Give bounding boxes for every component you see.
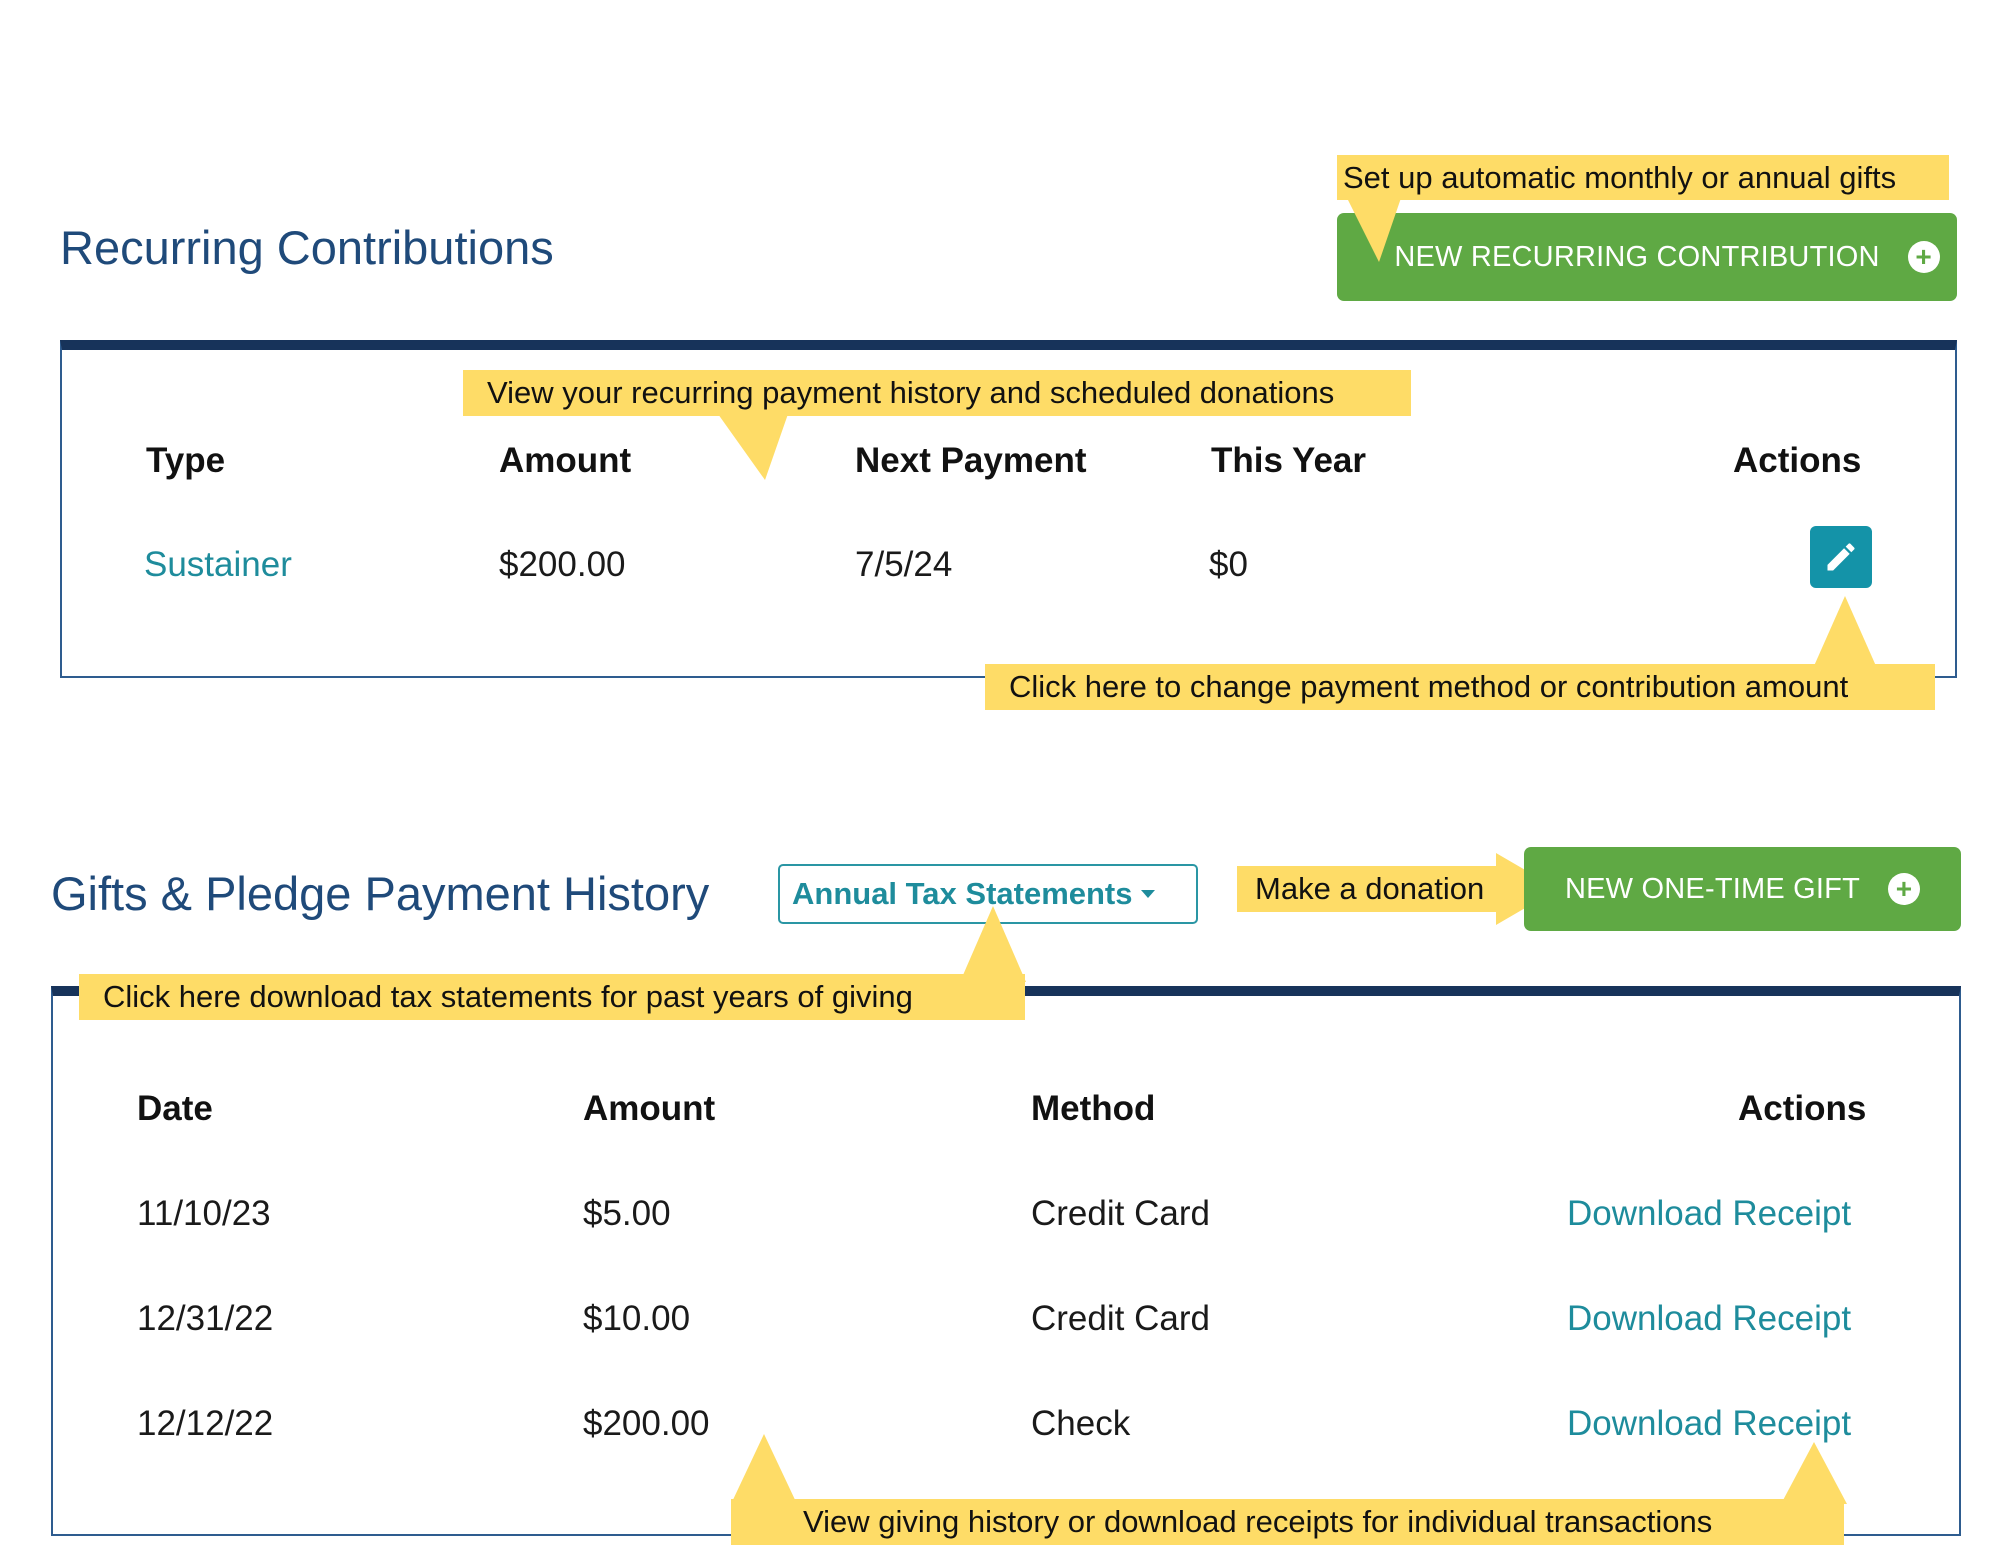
new-recurring-contribution-button[interactable]: NEW RECURRING CONTRIBUTION + <box>1337 213 1957 301</box>
gift-amount: $5.00 <box>583 1194 671 1233</box>
callout-edit-payment-arrow <box>1814 596 1876 666</box>
recurring-amount: $200.00 <box>499 545 626 584</box>
new-recurring-contribution-label: NEW RECURRING CONTRIBUTION <box>1394 240 1880 273</box>
callout-tax-statements: Click here download tax statements for p… <box>79 974 1025 1020</box>
gift-amount: $10.00 <box>583 1299 691 1338</box>
col-this-year: This Year <box>1211 441 1367 480</box>
col-gift-actions: Actions <box>1738 1089 1867 1128</box>
edit-recurring-button[interactable] <box>1810 526 1872 588</box>
col-next-payment: Next Payment <box>855 441 1087 480</box>
callout-recurring-history-arrow <box>718 414 788 480</box>
download-receipt-link[interactable]: Download Receipt <box>1567 1196 1851 1231</box>
recurring-type-link[interactable]: Sustainer <box>144 547 292 582</box>
callout-recurring-setup-arrow <box>1347 198 1401 262</box>
callout-edit-payment: Click here to change payment method or c… <box>985 664 1935 710</box>
gifts-history-title: Gifts & Pledge Payment History <box>51 867 710 920</box>
col-method: Method <box>1031 1089 1156 1128</box>
gift-date: 12/31/22 <box>137 1299 274 1338</box>
caret-down-icon <box>1140 890 1155 898</box>
col-date: Date <box>137 1089 213 1128</box>
gift-method: Check <box>1031 1404 1131 1443</box>
col-type: Type <box>146 441 226 480</box>
gift-date: 11/10/23 <box>137 1194 271 1233</box>
col-actions: Actions <box>1733 441 1862 480</box>
callout-giving-history-arrow-left <box>731 1434 797 1504</box>
col-gift-amount: Amount <box>583 1089 716 1128</box>
download-receipt-link[interactable]: Download Receipt <box>1567 1301 1851 1336</box>
plus-circle-icon: + <box>1907 241 1940 273</box>
gift-date: 12/12/22 <box>137 1404 274 1443</box>
callout-recurring-history: View your recurring payment history and … <box>463 370 1411 416</box>
plus-circle-icon: + <box>1888 873 1920 905</box>
callout-make-donation: Make a donation <box>1237 866 1499 912</box>
pencil-icon <box>1827 543 1855 571</box>
callout-recurring-setup: Set up automatic monthly or annual gifts <box>1337 155 1949 200</box>
recurring-contributions-title: Recurring Contributions <box>60 221 554 274</box>
gift-amount: $200.00 <box>583 1404 710 1443</box>
recurring-next-payment: 7/5/24 <box>855 545 953 584</box>
gift-method: Credit Card <box>1031 1194 1210 1233</box>
recurring-this-year: $0 <box>1209 545 1248 584</box>
callout-tax-statements-arrow <box>960 906 1026 982</box>
gifts-history-panel <box>51 986 1961 1536</box>
gift-method: Credit Card <box>1031 1299 1210 1338</box>
callout-giving-history: View giving history or download receipts… <box>731 1499 1844 1545</box>
download-receipt-link[interactable]: Download Receipt <box>1567 1406 1851 1441</box>
callout-giving-history-arrow-right <box>1781 1442 1847 1504</box>
new-one-time-gift-label: NEW ONE-TIME GIFT <box>1565 872 1860 905</box>
col-amount: Amount <box>499 441 632 480</box>
new-one-time-gift-button[interactable]: NEW ONE-TIME GIFT + <box>1524 847 1961 931</box>
